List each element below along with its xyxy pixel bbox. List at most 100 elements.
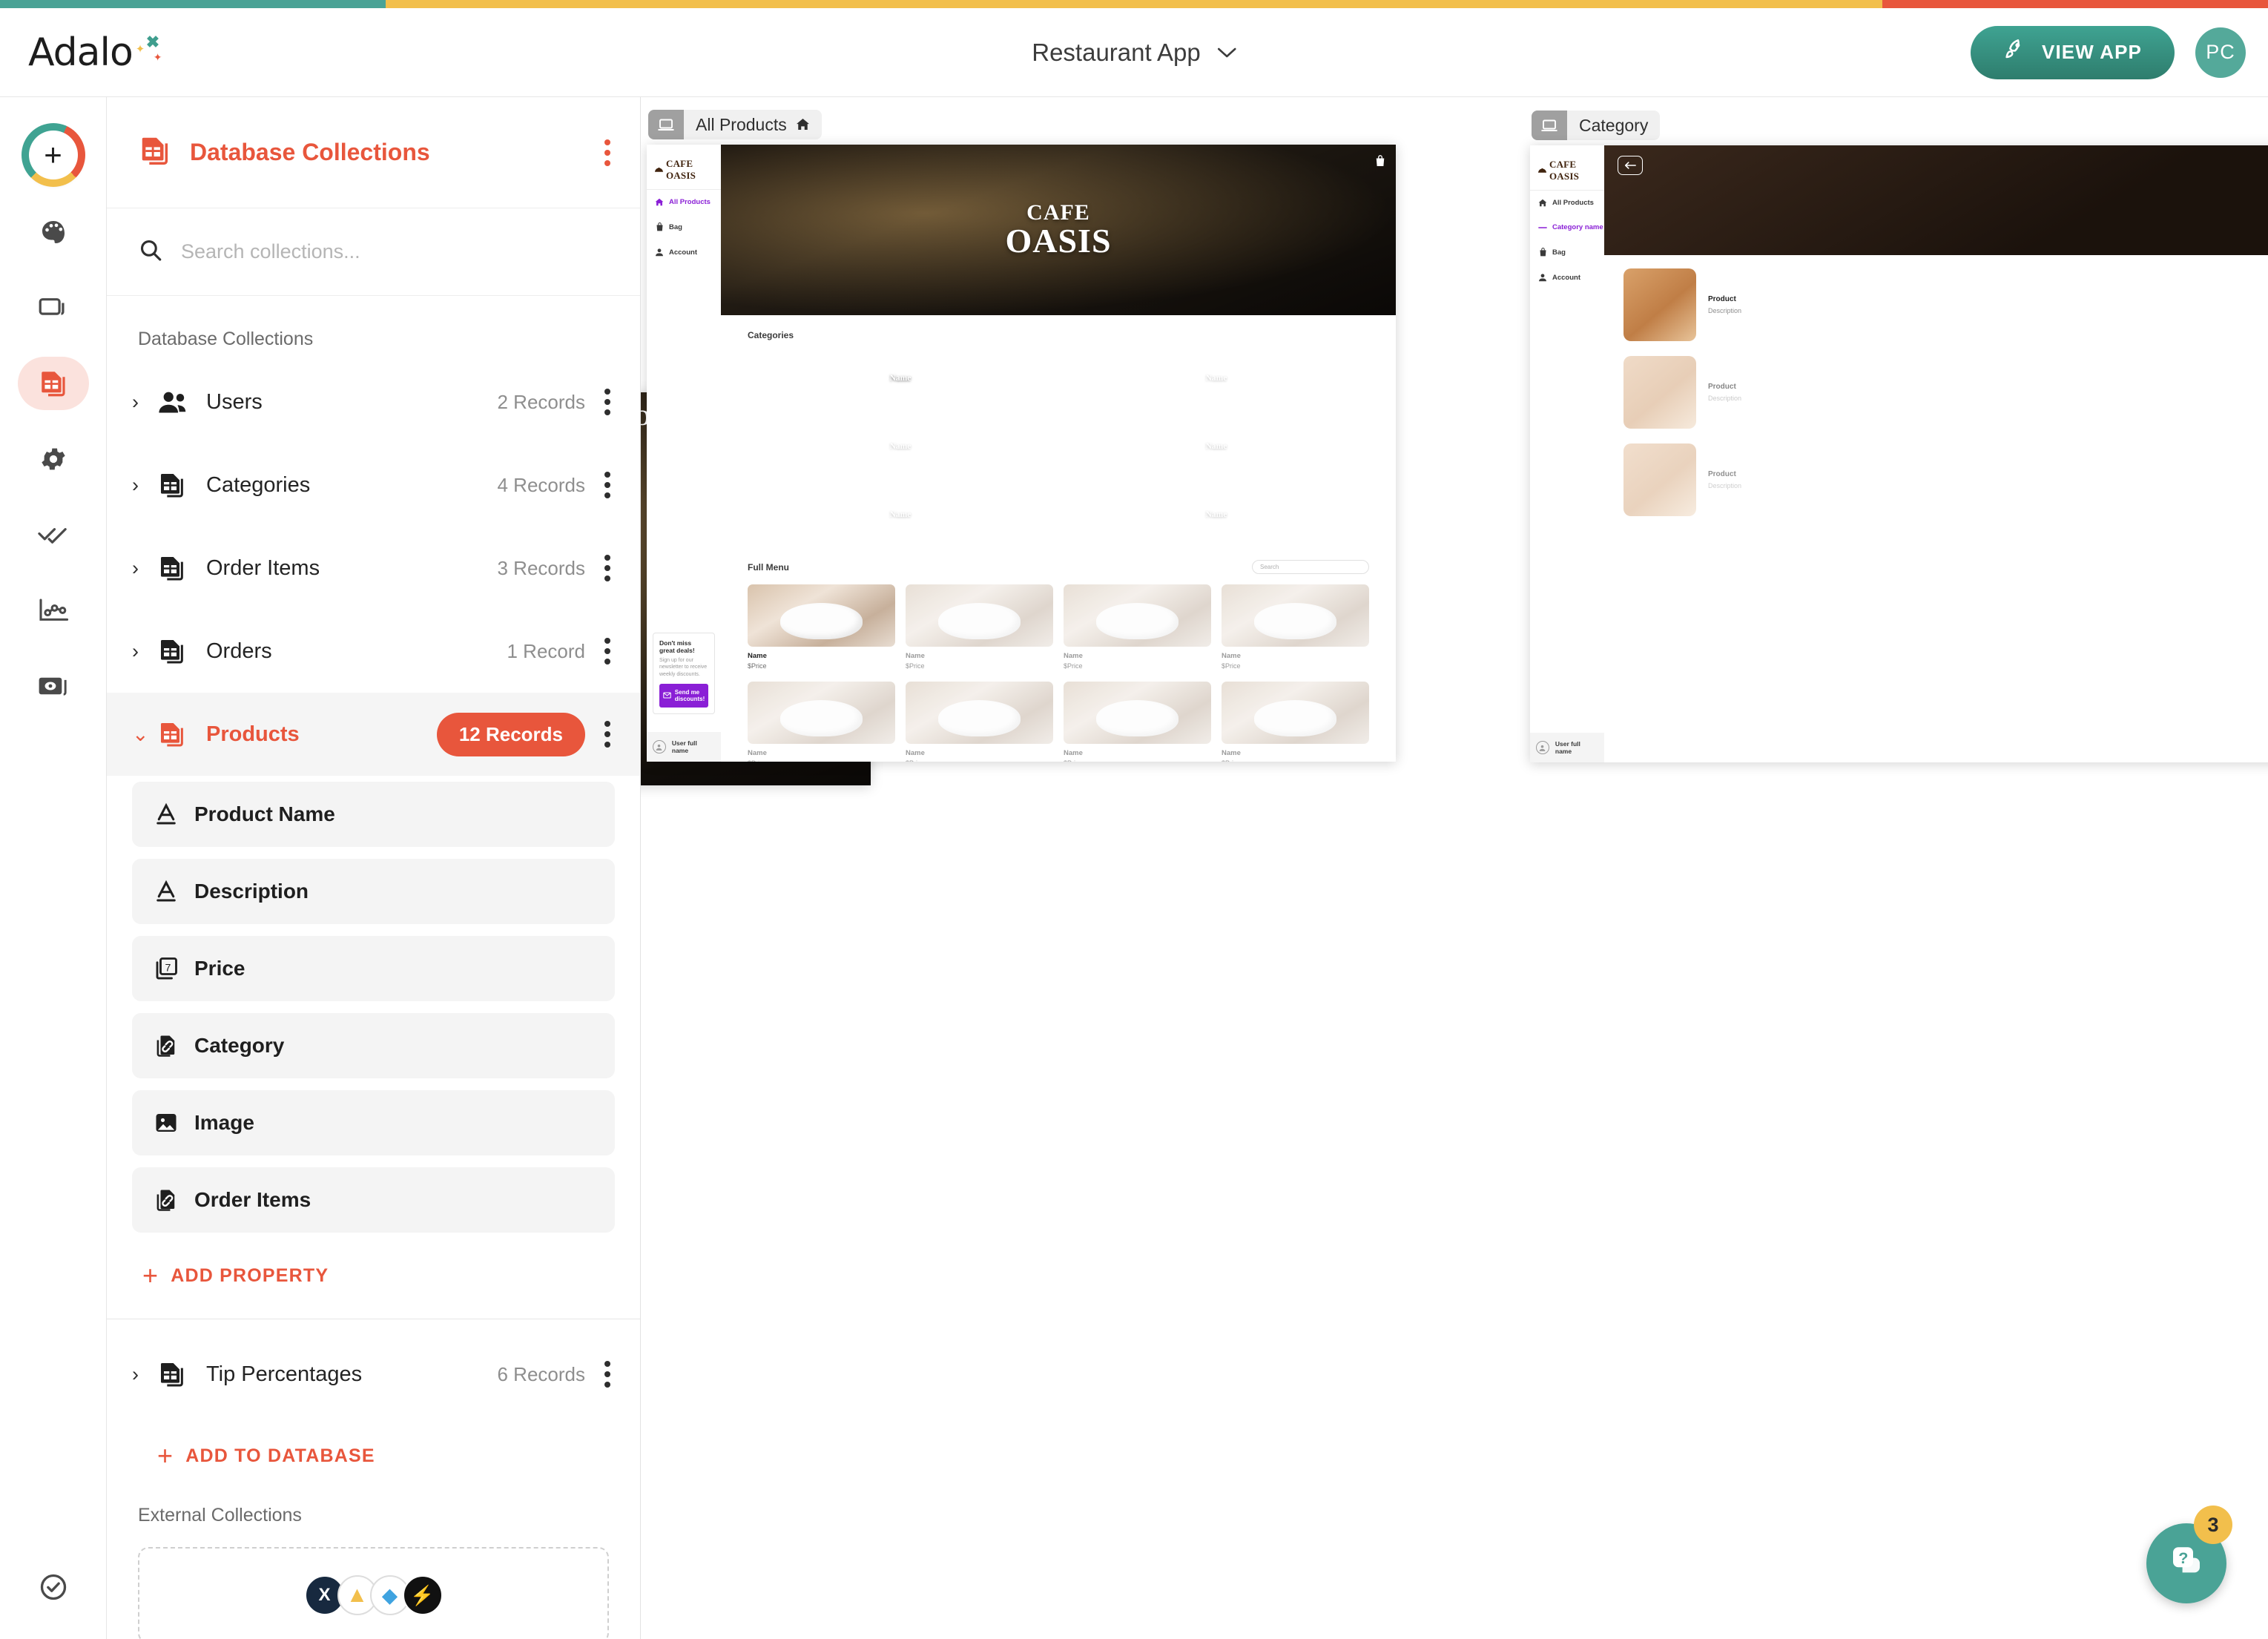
category-card[interactable]: Name: [1064, 349, 1369, 407]
screens-canvas[interactable]: OASIS OUNT? All Products: [641, 97, 2268, 1639]
rail-item-checklist[interactable]: [18, 508, 89, 561]
property-row-description[interactable]: Description: [132, 859, 615, 924]
collection-row-orders[interactable]: › Orders 1 Record: [107, 610, 640, 693]
screen-preview-all-products[interactable]: CAFE OASIS All Products Bag Account Don'…: [647, 145, 1396, 762]
collection-more-options-button[interactable]: [597, 1353, 618, 1395]
collection-row-tip-percentages[interactable]: › Tip Percentages 6 Records: [107, 1333, 640, 1416]
property-row-price[interactable]: 7 Price: [132, 936, 615, 1001]
collection-record-count: 2 Records: [497, 390, 586, 413]
category-card[interactable]: Name: [748, 486, 1053, 544]
add-to-database-button[interactable]: + ADD TO DATABASE: [107, 1416, 640, 1499]
product-card[interactable]: Name $Price: [1064, 584, 1211, 670]
product-image: [1623, 268, 1696, 341]
add-property-button[interactable]: + ADD PROPERTY: [107, 1244, 640, 1311]
rail-item-status[interactable]: [18, 1560, 89, 1614]
app-nav-account[interactable]: Account: [647, 240, 721, 265]
collection-row-users[interactable]: › Users 2 Records: [107, 360, 640, 443]
category-card-name: Name: [1205, 510, 1227, 519]
back-button[interactable]: [1618, 156, 1643, 175]
panel-scroll-area[interactable]: Database Collections › Users 2 Records ›: [107, 296, 640, 1639]
property-name: Description: [194, 880, 309, 903]
database-icon: [38, 368, 69, 399]
panel-more-options-button[interactable]: [597, 132, 618, 174]
app-nav-all-products[interactable]: All Products: [1530, 191, 1604, 215]
app-brand: CAFE OASIS: [647, 154, 721, 190]
category-card[interactable]: Name: [748, 418, 1053, 475]
account-icon: [655, 248, 664, 257]
category-card[interactable]: Name: [1064, 418, 1369, 475]
home-icon: [796, 115, 810, 135]
cart-bag-icon[interactable]: [1375, 155, 1385, 171]
property-row-product-name[interactable]: Product Name: [132, 782, 615, 847]
view-app-button[interactable]: VIEW APP: [1971, 25, 2175, 79]
app-nav-account[interactable]: Account: [1530, 265, 1604, 290]
view-app-label: VIEW APP: [2042, 41, 2142, 63]
product-card[interactable]: Name $Price: [906, 584, 1053, 670]
rail-item-analytics[interactable]: [18, 584, 89, 637]
search-icon: [138, 237, 163, 266]
screen-preview-category[interactable]: CAFE OASIS All Products Category name Ba…: [1530, 145, 2268, 762]
svg-text:?: ?: [2178, 1548, 2188, 1566]
newsletter-subscribe-button[interactable]: Send me discounts!: [659, 684, 708, 708]
products-grid-row-1: Name $Price Name $Price Name $Price Name…: [748, 584, 1369, 670]
rail-item-media[interactable]: [18, 659, 89, 713]
database-icon: [138, 133, 172, 171]
collection-more-options-button[interactable]: [597, 713, 618, 755]
category-card[interactable]: Name: [748, 349, 1053, 407]
search-collections-input[interactable]: [181, 240, 609, 263]
collection-more-options-button[interactable]: [597, 630, 618, 672]
main-layout: + Database Collections Search collection…: [0, 97, 2268, 1639]
rail-item-settings[interactable]: [18, 432, 89, 486]
menu-search-input[interactable]: Search: [1252, 560, 1369, 574]
product-image: [748, 682, 895, 744]
collection-row-categories[interactable]: › Categories 4 Records: [107, 443, 640, 527]
property-row-order-items[interactable]: Order Items: [132, 1167, 615, 1233]
newsletter-card: Don't miss great deals! Sign up for our …: [653, 632, 715, 714]
product-card[interactable]: Name $Price: [748, 682, 895, 762]
product-card[interactable]: Name $Price: [748, 584, 895, 670]
app-nav-all-products[interactable]: All Products: [647, 190, 721, 214]
full-menu-heading: Full Menu: [748, 561, 789, 573]
app-nav-user[interactable]: User full name: [647, 732, 721, 762]
product-card[interactable]: Name $Price: [1222, 584, 1369, 670]
hero-line-2: OASIS: [1005, 221, 1112, 260]
help-chat-icon: ?: [2166, 1542, 2206, 1586]
list-item[interactable]: Product Description: [1623, 443, 2260, 516]
product-card[interactable]: Name $Price: [906, 682, 1053, 762]
rail-item-screens[interactable]: [18, 281, 89, 334]
collection-more-options-button[interactable]: [597, 381, 618, 423]
rail-item-design[interactable]: [18, 205, 89, 259]
list-item[interactable]: Product Description: [1623, 356, 2260, 429]
app-nav-user[interactable]: User full name: [1530, 733, 1604, 762]
app-nav-category-name[interactable]: Category name: [1530, 215, 1604, 240]
product-card[interactable]: Name $Price: [1064, 682, 1211, 762]
list-item[interactable]: Product Description: [1623, 268, 2260, 341]
external-collections-dropzone[interactable]: X ▲ ◆ ⚡: [138, 1547, 609, 1639]
collection-record-count: 4 Records: [497, 473, 586, 496]
app-nav-label: Bag: [669, 222, 682, 231]
collection-record-count: 6 Records: [497, 1362, 586, 1385]
collection-more-options-button[interactable]: [597, 547, 618, 589]
section-label-database-collections: Database Collections: [138, 329, 314, 349]
app-name-dropdown[interactable]: Restaurant App: [1032, 39, 1236, 67]
rail-item-database[interactable]: [17, 357, 89, 410]
screen-label-all-products[interactable]: All Products: [648, 110, 822, 139]
category-card[interactable]: Name: [1064, 486, 1369, 544]
accent-strip-red: [1882, 0, 2268, 8]
product-card[interactable]: Name $Price: [1222, 682, 1369, 762]
app-nav-bag[interactable]: Bag: [1530, 240, 1604, 265]
property-row-category[interactable]: Category: [132, 1013, 615, 1078]
adalo-logo[interactable]: Adalo ✦ ✖ ✦: [28, 33, 164, 72]
add-new-button[interactable]: +: [21, 123, 85, 187]
collection-row-order-items[interactable]: › Order Items 3 Records: [107, 527, 640, 610]
collection-more-options-button[interactable]: [597, 464, 618, 506]
property-row-image[interactable]: Image: [132, 1090, 615, 1155]
product-price: $Price: [1064, 662, 1083, 670]
hero-title: CAFE OASIS: [721, 145, 1396, 315]
collection-row-products[interactable]: ⌄ Products 12 Records: [107, 693, 640, 776]
app-nav-bag[interactable]: Bag: [647, 214, 721, 240]
categories-grid: Name Name Name Name Name Name: [748, 349, 1369, 544]
screen-label-category[interactable]: Category: [1532, 111, 1661, 140]
full-menu-section: Full Menu Search Name $Price Name $Price…: [721, 544, 1396, 762]
user-avatar[interactable]: PC: [2195, 27, 2246, 78]
